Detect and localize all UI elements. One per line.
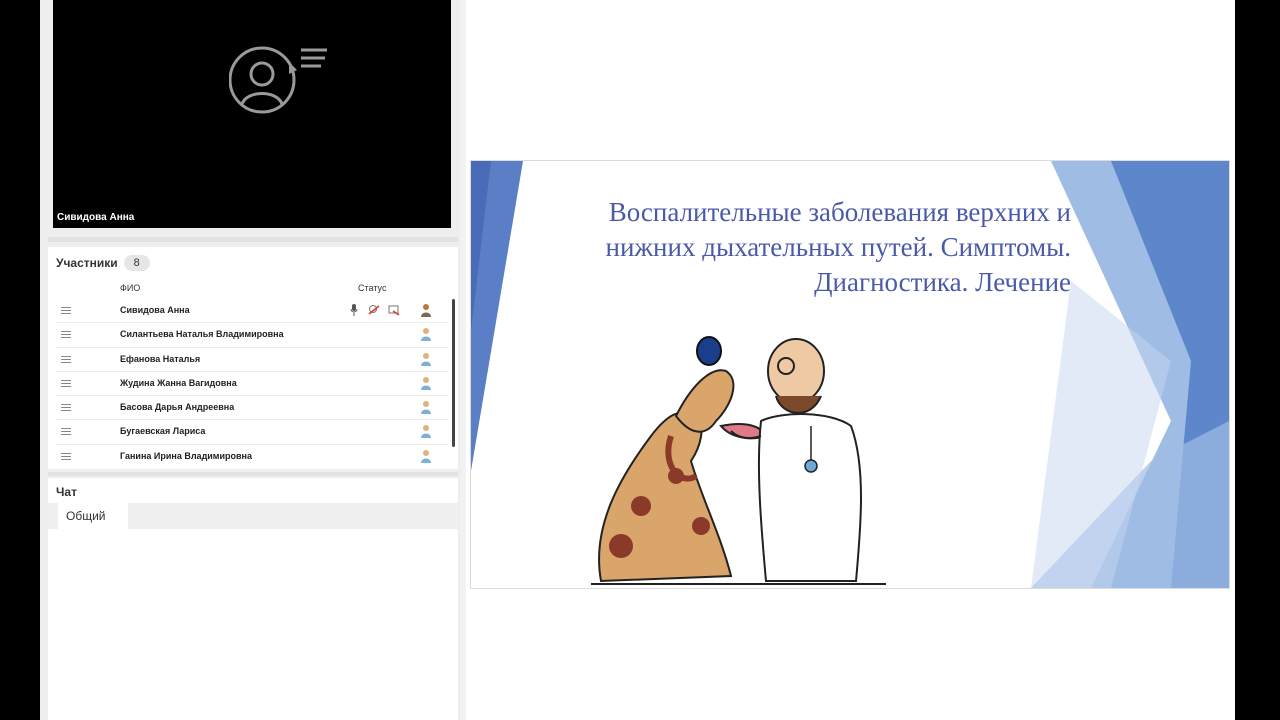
- participant-row[interactable]: Бугаевская Лариса: [56, 420, 448, 445]
- participant-name: Ганина Ирина Владимировна: [120, 450, 252, 461]
- microphone-icon[interactable]: [350, 304, 358, 316]
- chat-tab-bar: Общий: [48, 503, 458, 529]
- participant-avatar-icon: [421, 425, 431, 439]
- drag-handle-icon[interactable]: [61, 355, 71, 363]
- participants-panel: Участники 8 ФИО Статус Сивидова Анна Сил…: [48, 247, 458, 469]
- participant-row[interactable]: Силантьева Наталья Владимировна: [56, 323, 448, 348]
- drag-handle-icon[interactable]: [61, 379, 71, 387]
- screen-icon[interactable]: [388, 304, 400, 316]
- participant-avatar-icon: [421, 401, 431, 415]
- participant-name: Бугаевская Лариса: [120, 426, 206, 437]
- column-name-header[interactable]: ФИО: [120, 283, 140, 293]
- slide-title-line: Диагностика. Лечение: [814, 267, 1071, 297]
- participant-name: Басова Дарья Андреевна: [120, 402, 235, 413]
- participant-row[interactable]: Ганина Ирина Владимировна: [56, 445, 448, 468]
- participant-row[interactable]: Ефанова Наталья: [56, 348, 448, 372]
- drag-handle-icon[interactable]: [61, 307, 71, 314]
- participant-avatar-icon: [421, 352, 431, 366]
- speaker-name: Сивидова Анна: [57, 212, 135, 223]
- participant-name: Сивидова Анна: [120, 305, 190, 315]
- doctor-dog-illustration: [591, 336, 886, 585]
- column-status-header[interactable]: Статус: [358, 283, 386, 293]
- user-speech-icon: [229, 46, 327, 114]
- participant-avatar-icon: [421, 376, 431, 390]
- divider: [48, 472, 458, 476]
- participant-row[interactable]: Сивидова Анна: [56, 299, 448, 324]
- drag-handle-icon[interactable]: [61, 331, 71, 339]
- participant-name: Жудина Жанна Вагидовна: [120, 377, 237, 388]
- drag-handle-icon[interactable]: [61, 428, 71, 436]
- tab-general[interactable]: Общий: [58, 503, 128, 529]
- divider: [48, 237, 458, 242]
- participants-header: Участники 8: [56, 255, 150, 271]
- slide-title-line: Воспалительные заболевания верхних и: [608, 197, 1071, 227]
- chat-panel: Чат Общий: [48, 478, 458, 720]
- participants-scrollbar[interactable]: [452, 299, 455, 447]
- video-panel[interactable]: Сивидова Анна: [53, 0, 451, 228]
- conference-window: Сивидова Анна Участники 8 ФИО Статус Сив…: [40, 0, 1235, 720]
- camera-off-icon[interactable]: [368, 304, 380, 316]
- presentation-slide: Воспалительные заболевания верхних и ниж…: [470, 160, 1230, 589]
- participant-name: Ефанова Наталья: [120, 353, 201, 364]
- left-panel: Сивидова Анна Участники 8 ФИО Статус Сив…: [40, 0, 460, 720]
- participants-title: Участники: [56, 256, 118, 270]
- chat-title: Чат: [56, 485, 77, 499]
- presentation-area: Воспалительные заболевания верхних и ниж…: [466, 0, 1235, 720]
- drag-handle-icon[interactable]: [61, 404, 71, 412]
- participant-row[interactable]: Басова Дарья Андреевна: [56, 396, 448, 421]
- slide-title-line: нижних дыхательных путей. Симптомы.: [605, 232, 1072, 262]
- drag-handle-icon[interactable]: [61, 452, 71, 460]
- participant-row[interactable]: Жудина Жанна Вагидовна: [56, 372, 448, 397]
- participants-count-badge: 8: [123, 255, 150, 271]
- slide-title: Воспалительные заболевания верхних и ниж…: [511, 195, 1072, 300]
- participant-avatar-icon: [421, 328, 431, 342]
- participant-name: Силантьева Наталья Владимировна: [120, 329, 284, 340]
- participant-avatar-icon: [421, 449, 431, 463]
- participants-list: Сивидова Анна Силантьева Наталья Владими…: [56, 299, 448, 468]
- participant-avatar-icon: [421, 304, 431, 317]
